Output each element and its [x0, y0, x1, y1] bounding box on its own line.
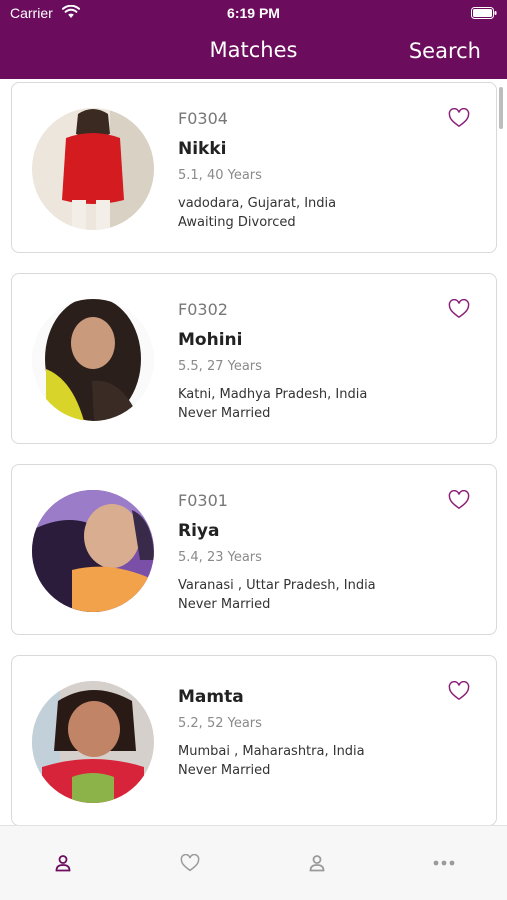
profile-id: F0302: [178, 300, 228, 319]
person-icon: [55, 855, 71, 872]
search-button[interactable]: Search: [409, 39, 481, 63]
favorite-heart-icon[interactable]: [448, 681, 470, 701]
profile-marital-status: Awaiting Divorced: [178, 215, 296, 230]
profile-height-age: 5.2, 52 Years: [178, 716, 262, 731]
avatar[interactable]: [32, 490, 154, 612]
person-icon: [309, 855, 325, 872]
avatar[interactable]: [32, 681, 154, 803]
profile-name: Mohini: [178, 330, 243, 350]
profile-height-age: 5.5, 27 Years: [178, 359, 262, 374]
profile-location: Mumbai , Maharashtra, India: [178, 744, 365, 759]
scroll-indicator[interactable]: [499, 87, 503, 129]
profile-height-age: 5.4, 23 Years: [178, 550, 262, 565]
profile-card[interactable]: Mamta 5.2, 52 Years Mumbai , Maharashtra…: [11, 655, 497, 825]
profile-card[interactable]: F0304 Nikki 5.1, 40 Years vadodara, Guja…: [11, 82, 497, 253]
more-icon: [433, 860, 455, 866]
profile-location: Katni, Madhya Pradesh, India: [178, 387, 368, 402]
profile-marital-status: Never Married: [178, 763, 271, 778]
favorite-heart-icon[interactable]: [448, 299, 470, 319]
profile-card[interactable]: F0302 Mohini 5.5, 27 Years Katni, Madhya…: [11, 273, 497, 444]
profile-name: Mamta: [178, 687, 244, 707]
profile-name: Nikki: [178, 139, 227, 159]
navigation-header: Carrier 6:19 PM Matches Search: [0, 0, 507, 79]
profile-id: F0304: [178, 109, 228, 128]
profile-location: Varanasi , Uttar Pradesh, India: [178, 578, 376, 593]
avatar[interactable]: [32, 299, 154, 421]
profile-marital-status: Never Married: [178, 406, 271, 421]
tab-more[interactable]: [381, 826, 507, 900]
favorite-heart-icon[interactable]: [448, 490, 470, 510]
status-bar: Carrier 6:19 PM: [0, 0, 507, 28]
tab-bar: [0, 825, 507, 900]
profile-name: Riya: [178, 521, 220, 541]
tab-matches[interactable]: [0, 826, 126, 900]
profile-height-age: 5.1, 40 Years: [178, 168, 262, 183]
profile-location: vadodara, Gujarat, India: [178, 196, 337, 211]
profile-id: F0301: [178, 491, 228, 510]
status-time: 6:19 PM: [227, 5, 280, 21]
heart-icon: [180, 854, 200, 872]
matches-list[interactable]: F0304 Nikki 5.1, 40 Years vadodara, Guja…: [0, 79, 507, 825]
profile-card[interactable]: F0301 Riya 5.4, 23 Years Varanasi , Utta…: [11, 464, 497, 635]
profile-marital-status: Never Married: [178, 597, 271, 612]
favorite-heart-icon[interactable]: [448, 108, 470, 128]
battery-icon: [471, 7, 497, 19]
tab-profile[interactable]: [254, 826, 380, 900]
tab-favorites[interactable]: [127, 826, 253, 900]
avatar[interactable]: [32, 108, 154, 230]
